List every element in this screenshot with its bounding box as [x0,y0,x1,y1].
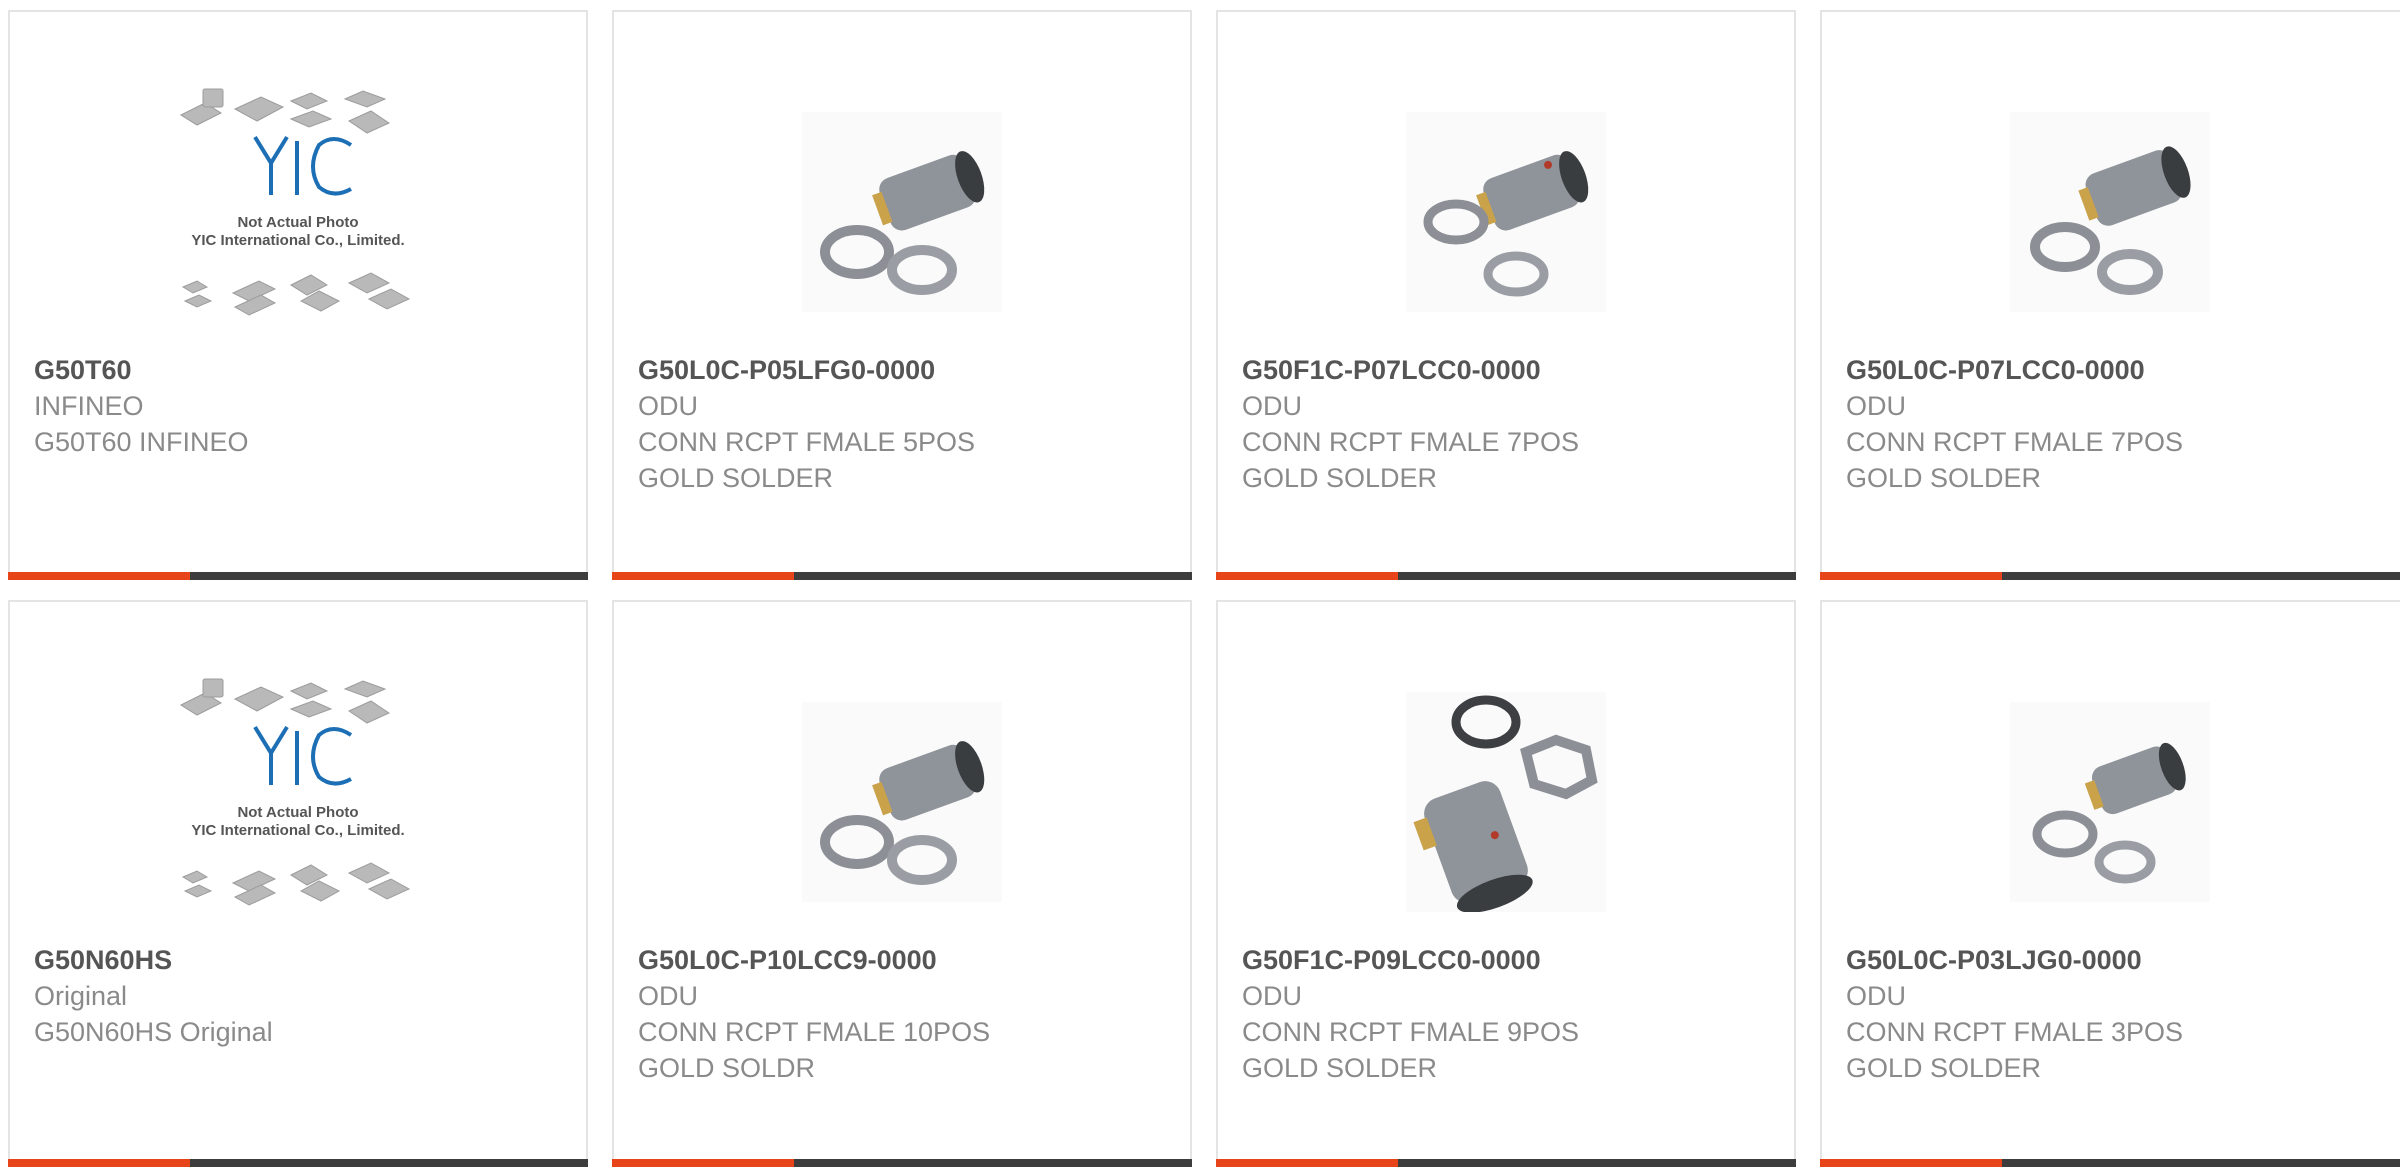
card-bottom-bar [612,572,1192,580]
description-cont: GOLD SOLDER [1846,1053,2042,1083]
product-grid: Not Actual Photo YIC International Co., … [0,0,2400,1167]
product-image [1822,82,2398,342]
card-bottom-bar [1820,572,2400,580]
manufacturer: ODU [1242,981,1302,1011]
description-cont: GOLD SOLDR [638,1053,816,1083]
part-number[interactable]: G50L0C-P10LCC9-0000 [638,942,1170,978]
connector-photo [802,702,1002,902]
placeholder-caption-2: YIC International Co., Limited. [191,232,404,249]
placeholder-caption-1: Not Actual Photo [237,804,358,821]
part-number[interactable]: G50L0C-P05LFG0-0000 [638,352,1170,388]
card-bottom-bar [1216,1159,1796,1167]
card-bottom-bar [1820,1159,2400,1167]
connector-photo [802,112,1002,312]
placeholder-caption-2: YIC International Co., Limited. [191,822,404,839]
manufacturer: ODU [1846,391,1906,421]
product-info: G50N60HS Original G50N60HS Original [34,942,566,1050]
part-number[interactable]: G50N60HS [34,942,566,978]
product-info: G50F1C-P07LCC0-0000 ODU CONN RCPT FMALE … [1242,352,1774,496]
manufacturer: ODU [638,391,698,421]
product-image [614,672,1190,932]
part-number[interactable]: G50L0C-P07LCC0-0000 [1846,352,2388,388]
card-bottom-bar [8,572,588,580]
description: CONN RCPT FMALE 5POS [638,427,976,457]
description: CONN RCPT FMALE 10POS [638,1017,991,1047]
part-number[interactable]: G50F1C-P07LCC0-0000 [1242,352,1774,388]
product-image [1822,672,2398,932]
manufacturer: INFINEO [34,391,144,421]
description-cont: GOLD SOLDER [1846,463,2042,493]
connector-photo-large [1406,692,1606,912]
product-info: G50L0C-P10LCC9-0000 ODU CONN RCPT FMALE … [638,942,1170,1086]
card-bottom-bar [612,1159,1192,1167]
yic-placeholder-image: Not Actual Photo YIC International Co., … [179,88,411,316]
card-bottom-bar [1216,572,1796,580]
description: CONN RCPT FMALE 9POS [1242,1017,1580,1047]
card-accent [612,1159,794,1167]
card-accent [1820,1159,2002,1167]
yic-placeholder-image: Not Actual Photo YIC International Co., … [179,678,411,906]
connector-photo [1406,112,1606,312]
product-info: G50L0C-P03LJG0-0000 ODU CONN RCPT FMALE … [1846,942,2388,1086]
manufacturer: ODU [638,981,698,1011]
product-card[interactable]: G50L0C-P05LFG0-0000 ODU CONN RCPT FMALE … [612,10,1192,580]
description: G50N60HS Original [34,1017,273,1047]
product-card[interactable]: G50F1C-P07LCC0-0000 ODU CONN RCPT FMALE … [1216,10,1796,580]
product-card[interactable]: Not Actual Photo YIC International Co., … [8,600,588,1167]
description-cont: GOLD SOLDER [1242,1053,1438,1083]
card-accent [1820,572,2002,580]
product-image [614,82,1190,342]
product-card[interactable]: G50F1C-P09LCC0-0000 ODU CONN RCPT FMALE … [1216,600,1796,1167]
card-accent [612,572,794,580]
product-card[interactable]: G50L0C-P07LCC0-0000 ODU CONN RCPT FMALE … [1820,10,2400,580]
product-card[interactable]: G50L0C-P10LCC9-0000 ODU CONN RCPT FMALE … [612,600,1192,1167]
card-accent [8,572,190,580]
description: CONN RCPT FMALE 3POS [1846,1017,2184,1047]
manufacturer: Original [34,981,128,1011]
card-bottom-bar [8,1159,588,1167]
description: CONN RCPT FMALE 7POS [1846,427,2184,457]
connector-photo [2010,112,2210,312]
product-image: Not Actual Photo YIC International Co., … [10,672,586,932]
description: CONN RCPT FMALE 7POS [1242,427,1580,457]
part-number[interactable]: G50T60 [34,352,566,388]
card-accent [1216,572,1398,580]
product-card[interactable]: G50L0C-P03LJG0-0000 ODU CONN RCPT FMALE … [1820,600,2400,1167]
product-image [1218,672,1794,932]
manufacturer: ODU [1846,981,1906,1011]
product-info: G50F1C-P09LCC0-0000 ODU CONN RCPT FMALE … [1242,942,1774,1086]
card-accent [1216,1159,1398,1167]
part-number[interactable]: G50F1C-P09LCC0-0000 [1242,942,1774,978]
product-image: Not Actual Photo YIC International Co., … [10,82,586,342]
description-cont: GOLD SOLDER [1242,463,1438,493]
connector-photo [2010,702,2210,902]
part-number[interactable]: G50L0C-P03LJG0-0000 [1846,942,2388,978]
description-cont: GOLD SOLDER [638,463,834,493]
description: G50T60 INFINEO [34,427,249,457]
product-info: G50T60 INFINEO G50T60 INFINEO [34,352,566,460]
product-image [1218,82,1794,342]
product-card[interactable]: Not Actual Photo YIC International Co., … [8,10,588,580]
placeholder-caption-1: Not Actual Photo [237,214,358,231]
product-info: G50L0C-P05LFG0-0000 ODU CONN RCPT FMALE … [638,352,1170,496]
product-info: G50L0C-P07LCC0-0000 ODU CONN RCPT FMALE … [1846,352,2388,496]
card-accent [8,1159,190,1167]
manufacturer: ODU [1242,391,1302,421]
